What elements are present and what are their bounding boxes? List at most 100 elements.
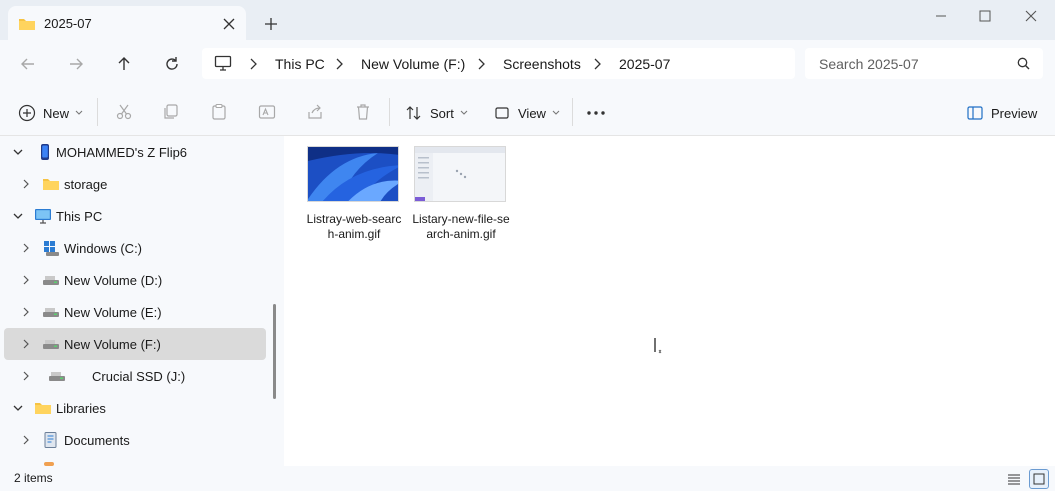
address-bar[interactable]: This PC New Volume (F:) Screenshots 2025… — [202, 48, 795, 79]
sidebar-item-new-volume-e[interactable]: New Volume (E:) — [4, 296, 266, 328]
chevron-right-icon[interactable] — [20, 338, 32, 350]
monitor-icon[interactable] — [214, 55, 232, 74]
rename-icon[interactable] — [258, 103, 276, 121]
new-tab-icon[interactable] — [260, 13, 282, 35]
more-dots-icon — [587, 111, 605, 115]
toolbar-divider — [572, 98, 573, 126]
preview-pane-icon — [967, 106, 983, 120]
refresh-icon[interactable] — [160, 52, 184, 76]
more-options-button[interactable] — [586, 102, 606, 124]
new-button[interactable]: New — [18, 102, 83, 124]
folder-icon — [18, 16, 36, 35]
sidebar-item-label: New Volume (F:) — [64, 337, 161, 352]
chevron-right-icon[interactable] — [20, 178, 32, 190]
navigation-pane: MOHAMMED's Z Flip6 storage This PC Windo… — [0, 136, 268, 466]
sidebar-item-label: storage — [64, 177, 108, 192]
chevron-right-icon[interactable] — [247, 57, 259, 71]
folder-icon — [42, 175, 60, 193]
delete-icon[interactable] — [354, 103, 372, 121]
close-icon[interactable] — [1008, 4, 1054, 28]
file-item[interactable]: Listary-new-file-search-anim.gif — [411, 144, 511, 244]
view-layout-icon — [495, 107, 509, 119]
command-bar: New Sort View Preview — [0, 88, 1055, 136]
sidebar-item-label: New Volume (E:) — [64, 305, 162, 320]
tab-2025-07[interactable]: 2025-07 — [8, 6, 246, 40]
computer-icon — [34, 207, 52, 225]
file-list-pane[interactable]: Listray-web-search-anim.gif Listary-new-… — [284, 136, 1055, 466]
share-icon[interactable] — [306, 103, 324, 121]
up-arrow-icon[interactable] — [112, 52, 136, 76]
chevron-right-icon[interactable] — [20, 434, 32, 446]
view-label: View — [518, 105, 546, 121]
paste-icon[interactable] — [210, 103, 228, 121]
chevron-right-icon[interactable] — [475, 57, 487, 71]
sidebar-scrollbar-thumb[interactable] — [273, 304, 276, 399]
forward-arrow-icon[interactable] — [64, 52, 88, 76]
plus-circle-icon — [18, 104, 36, 122]
chevron-right-icon[interactable] — [20, 274, 32, 286]
sidebar-scrollbar[interactable] — [268, 136, 284, 466]
chevron-down-icon — [460, 110, 468, 115]
chevron-down-icon[interactable] — [12, 402, 24, 414]
file-name: Listray-web-search-anim.gif — [306, 212, 402, 241]
sort-arrows-icon — [406, 106, 421, 120]
view-button[interactable]: View — [493, 102, 560, 124]
sidebar-item-new-volume-f[interactable]: New Volume (F:) — [4, 328, 266, 360]
sidebar-item-phone[interactable]: MOHAMMED's Z Flip6 — [4, 136, 266, 168]
sidebar-item-this-pc[interactable]: This PC — [4, 200, 266, 232]
sidebar-item-windows-c[interactable]: Windows (C:) — [4, 232, 266, 264]
toolbar-divider — [389, 98, 390, 126]
sidebar-item-label: Crucial SSD (J:) — [92, 369, 186, 384]
file-thumbnail — [307, 146, 399, 202]
documents-icon — [42, 431, 60, 449]
sidebar-item-label: Documents — [64, 433, 130, 448]
back-arrow-icon[interactable] — [16, 52, 40, 76]
windows-drive-icon — [42, 239, 60, 257]
navigation-bar: This PC New Volume (F:) Screenshots 2025… — [0, 40, 1055, 88]
text-cursor-icon — [654, 337, 664, 358]
preview-label: Preview — [991, 105, 1038, 121]
file-name: Listary-new-file-search-anim.gif — [412, 212, 510, 241]
sort-button[interactable]: Sort — [405, 102, 468, 124]
chevron-right-icon[interactable] — [333, 57, 345, 71]
new-label: New — [43, 105, 70, 121]
chevron-right-icon[interactable] — [20, 370, 32, 382]
breadcrumb-this-pc[interactable]: This PC — [275, 56, 325, 72]
chevron-right-icon[interactable] — [20, 306, 32, 318]
chevron-down-icon[interactable] — [12, 210, 24, 222]
copy-icon[interactable] — [162, 103, 180, 121]
chevron-down-icon[interactable] — [12, 146, 24, 158]
details-view-icon[interactable] — [1004, 469, 1024, 489]
preview-button[interactable]: Preview — [966, 102, 1037, 124]
sidebar-item-storage[interactable]: storage — [4, 168, 266, 200]
cut-icon[interactable] — [115, 103, 133, 121]
tab-title: 2025-07 — [44, 16, 92, 31]
breadcrumb-2025-07[interactable]: 2025-07 — [619, 56, 670, 72]
chevron-right-icon[interactable] — [20, 242, 32, 254]
file-item[interactable]: Listray-web-search-anim.gif — [304, 144, 404, 244]
toolbar-divider — [97, 98, 98, 126]
libraries-folder-icon — [34, 399, 52, 417]
sidebar-item-new-volume-d[interactable]: New Volume (D:) — [4, 264, 266, 296]
status-bar: 2 items — [0, 466, 1055, 491]
sort-label: Sort — [430, 105, 454, 121]
sidebar-item-label: New Volume (D:) — [64, 273, 163, 288]
drive-icon — [42, 335, 60, 353]
large-icons-view-icon[interactable] — [1029, 469, 1049, 489]
drive-icon — [42, 303, 60, 321]
title-bar: 2025-07 — [0, 0, 1055, 40]
file-thumbnail — [414, 146, 506, 202]
breadcrumb-new-volume-f[interactable]: New Volume (F:) — [361, 56, 465, 72]
sidebar-item-crucial-ssd-j[interactable]: Crucial SSD (J:) — [4, 360, 266, 392]
maximize-icon[interactable] — [962, 4, 1008, 28]
search-placeholder[interactable]: Search 2025-07 — [819, 56, 919, 72]
sidebar-item-documents[interactable]: Documents — [4, 424, 266, 456]
tab-close-icon[interactable] — [218, 13, 240, 35]
breadcrumb-screenshots[interactable]: Screenshots — [503, 56, 581, 72]
chevron-right-icon[interactable] — [591, 57, 603, 71]
search-icon[interactable] — [1017, 57, 1030, 73]
sidebar-item-libraries[interactable]: Libraries — [4, 392, 266, 424]
search-box[interactable]: Search 2025-07 — [805, 48, 1043, 79]
sidebar-item-label: MOHAMMED's Z Flip6 — [56, 145, 188, 160]
minimize-icon[interactable] — [918, 4, 964, 28]
